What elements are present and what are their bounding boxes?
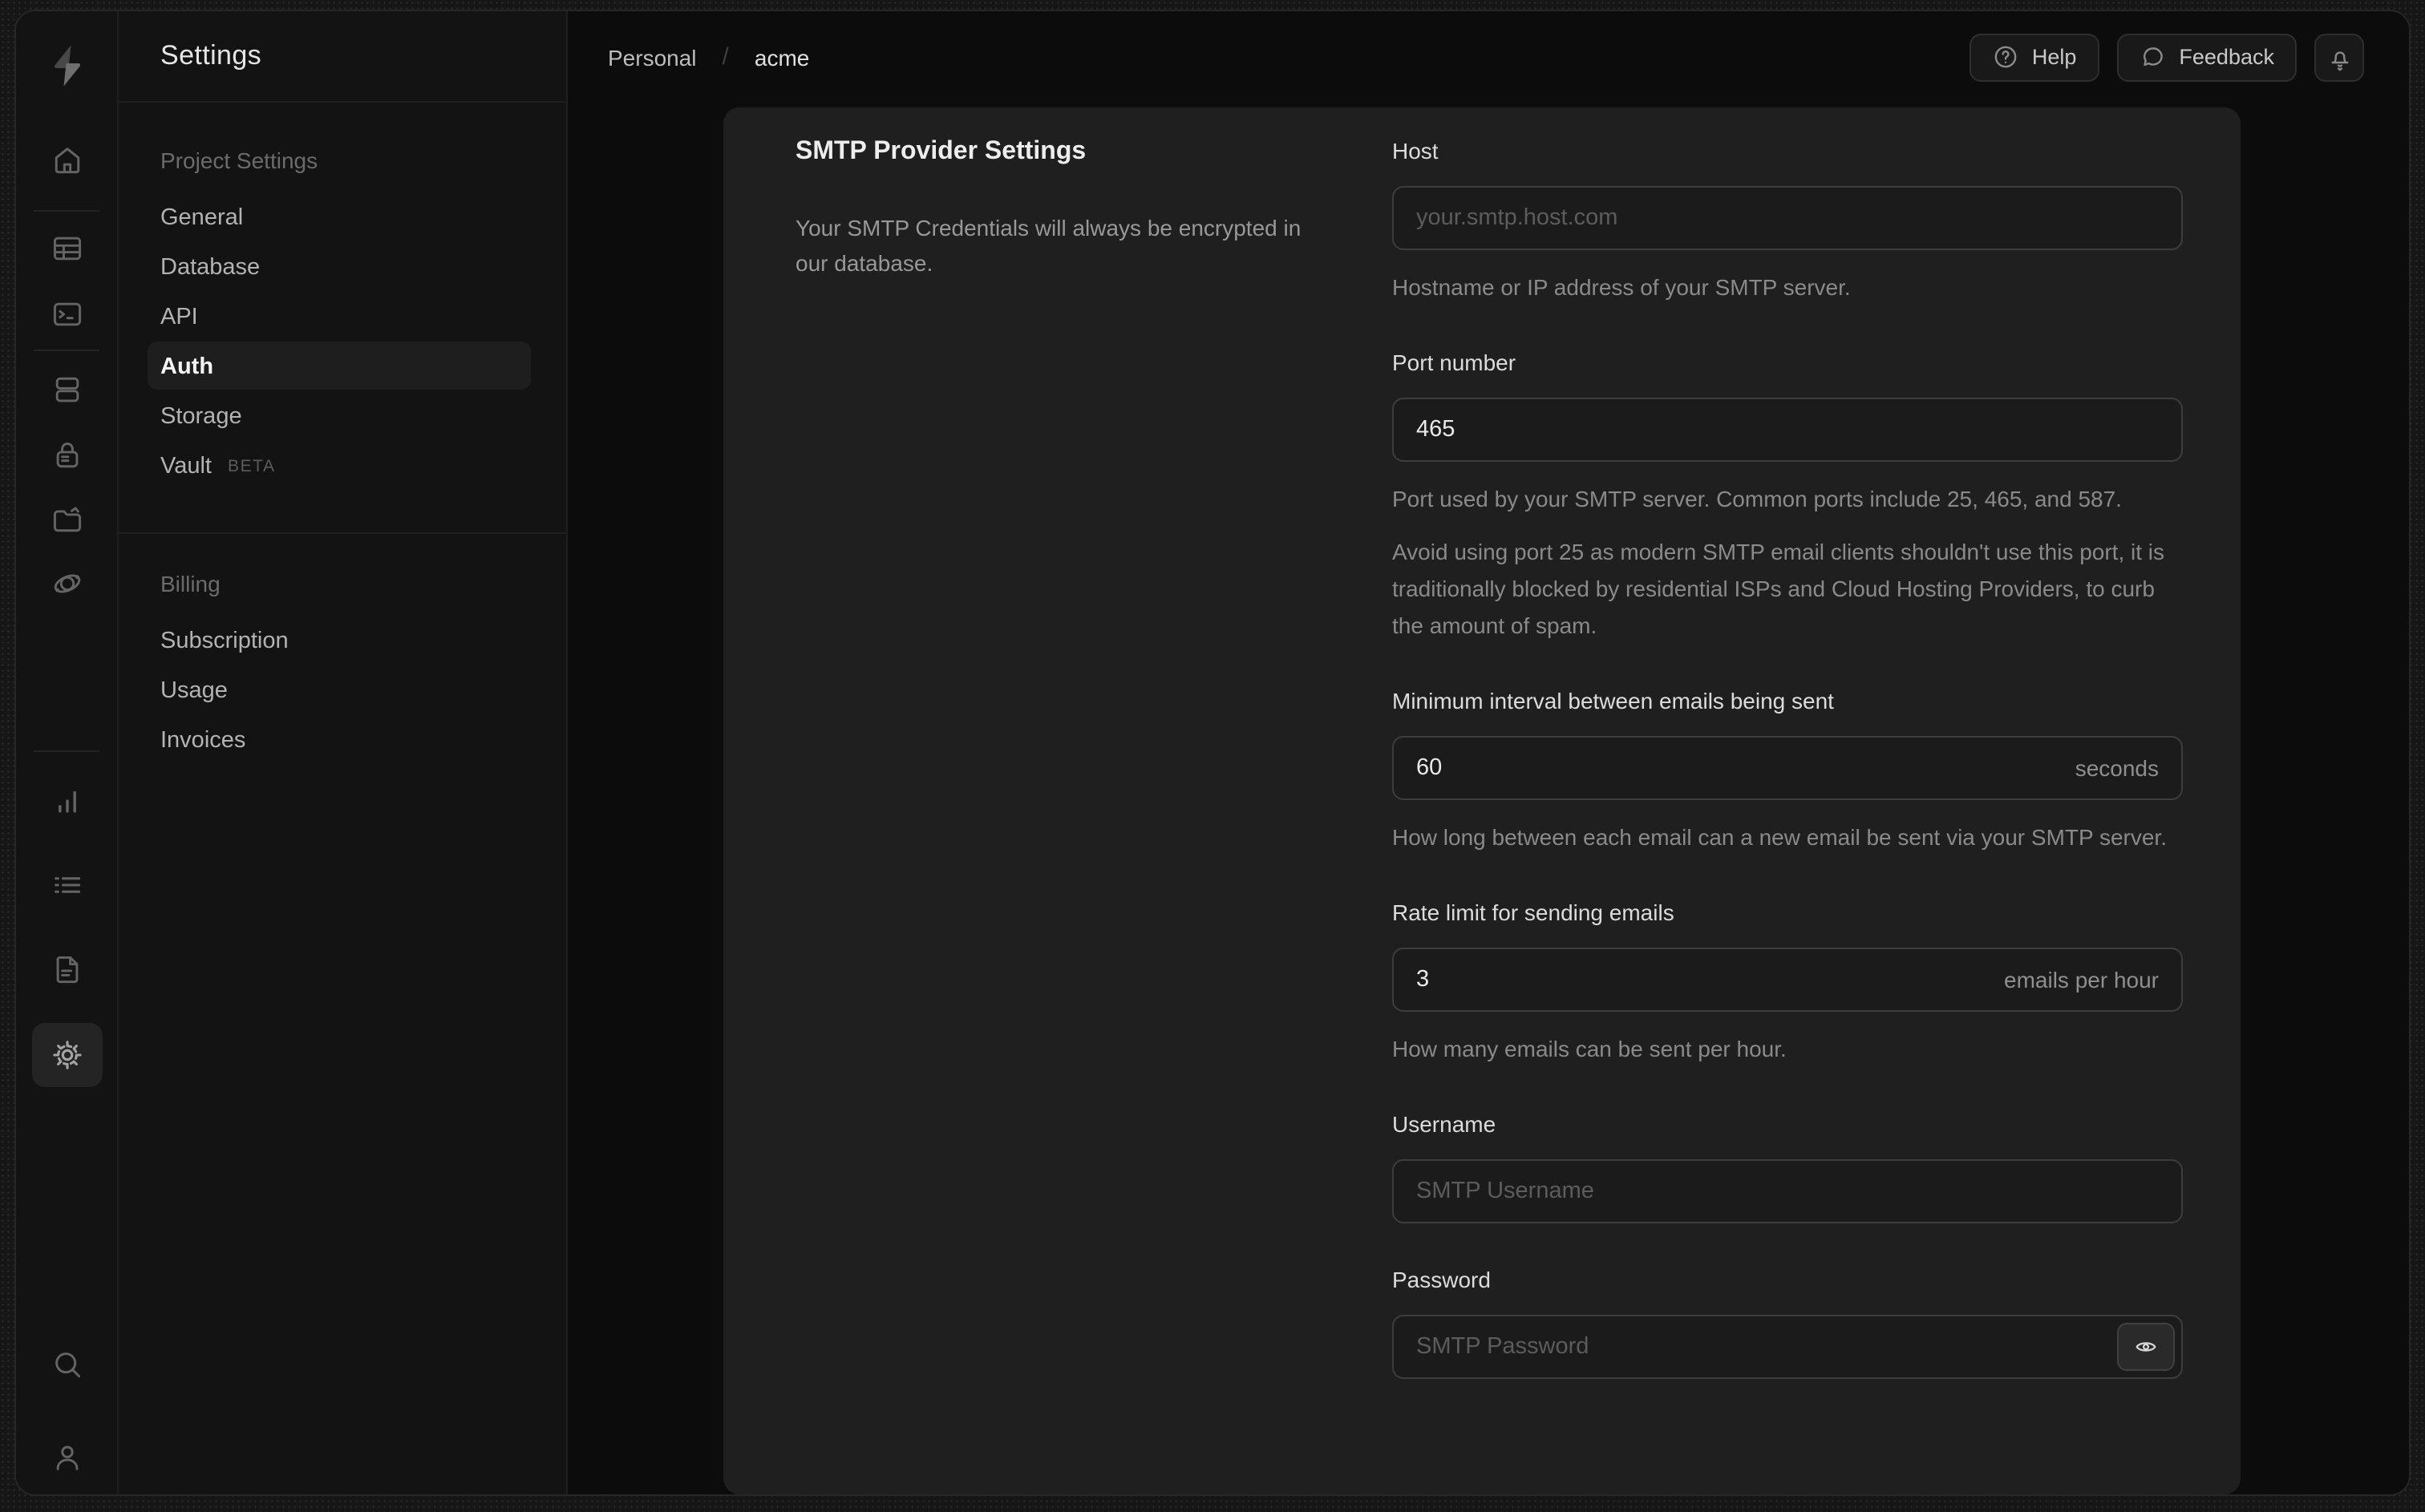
document-icon (56, 956, 79, 984)
rail-item-realtime[interactable] (32, 552, 103, 616)
interval-helper: How long between each email can a new em… (1392, 824, 2167, 850)
rate-limit-label: Rate limit for sending emails (1392, 900, 1674, 925)
password-input[interactable] (1392, 1315, 2183, 1379)
help-label: Help (2031, 45, 2077, 69)
supabase-bolt-icon (54, 45, 81, 87)
host-label: Host (1392, 138, 1439, 164)
rail-item-sql-editor[interactable] (32, 282, 103, 346)
sidebar-item-invoices[interactable]: Invoices (119, 715, 566, 765)
sidebar-item-api[interactable]: API (119, 292, 566, 342)
smtp-form: Host Hostname or IP address of your SMTP… (1392, 136, 2183, 1494)
breadcrumb-org[interactable]: Personal (608, 44, 697, 70)
search-icon (55, 1352, 81, 1378)
folder-icon (53, 507, 82, 532)
gear-icon (53, 1041, 82, 1069)
terminal-icon (53, 302, 82, 326)
sidebar-item-usage[interactable]: Usage (119, 665, 566, 715)
orbit-icon (54, 574, 81, 593)
rail-item-database[interactable] (32, 358, 103, 422)
lock-icon (56, 443, 79, 468)
rate-limit-helper: How many emails can be sent per hour. (1392, 1036, 1787, 1061)
sidebar-item-subscription[interactable]: Subscription (119, 616, 566, 665)
help-button[interactable]: Help (1969, 33, 2099, 81)
rail-item-logs[interactable] (32, 853, 103, 917)
interval-label: Minimum interval between emails being se… (1392, 688, 1834, 714)
speech-bubble-icon (2139, 43, 2166, 71)
sidebar-item-vault[interactable]: Vault BETA (119, 441, 566, 491)
rail-divider (34, 350, 99, 351)
user-icon (56, 1445, 79, 1470)
username-field-group: Username (1392, 1110, 2183, 1223)
rail-item-home[interactable] (32, 128, 103, 192)
interval-input[interactable] (1392, 736, 2183, 800)
list-icon (55, 877, 81, 893)
smtp-settings-panel: SMTP Provider Settings Your SMTP Credent… (723, 107, 2241, 1494)
settings-sidebar: Settings Project Settings General Databa… (119, 11, 568, 1494)
reveal-password-button[interactable] (2117, 1323, 2175, 1371)
rail-divider (34, 750, 99, 752)
host-field-group: Host Hostname or IP address of your SMTP… (1392, 136, 2183, 306)
username-label: Username (1392, 1111, 1496, 1137)
rate-limit-input[interactable] (1392, 948, 2183, 1012)
interval-field-group: Minimum interval between emails being se… (1392, 686, 2183, 856)
rail-item-search[interactable] (32, 1332, 103, 1397)
desktop: Settings Project Settings General Databa… (0, 0, 2425, 1512)
rate-limit-field-group: Rate limit for sending emails emails per… (1392, 898, 2183, 1068)
rail-item-table-editor[interactable] (32, 216, 103, 281)
app-window: Settings Project Settings General Databa… (14, 10, 2411, 1496)
help-circle-icon (1992, 43, 2019, 71)
port-helper: Port used by your SMTP server. Common po… (1392, 486, 2122, 511)
port-label: Port number (1392, 350, 1516, 375)
rail-item-reports[interactable] (32, 770, 103, 834)
database-icon (55, 377, 79, 402)
sidebar-item-general[interactable]: General (119, 192, 566, 242)
supabase-logo[interactable] (32, 34, 103, 98)
feedback-button[interactable]: Feedback (2116, 33, 2297, 81)
bell-icon (2325, 42, 2354, 71)
section-label-billing: Billing (160, 571, 221, 596)
topbar: Personal / acme Help Feedback (568, 11, 2409, 103)
notifications-button[interactable] (2314, 33, 2364, 81)
panel-title: SMTP Provider Settings (796, 138, 1087, 165)
port-input[interactable] (1392, 398, 2183, 462)
table-icon (53, 237, 82, 261)
sidebar-item-storage[interactable]: Storage (119, 391, 566, 441)
port-field-group: Port number Port used by your SMTP serve… (1392, 348, 2183, 645)
password-field-group: Password (1392, 1265, 2183, 1379)
host-helper: Hostname or IP address of your SMTP serv… (1392, 274, 1851, 300)
rail-item-auth[interactable] (32, 423, 103, 487)
beta-badge: BETA (227, 456, 276, 475)
sidebar-title: Settings (160, 40, 262, 71)
port-warning: Avoid using port 25 as modern SMTP email… (1392, 539, 2165, 638)
rail-item-settings[interactable] (32, 1023, 103, 1087)
breadcrumb-project[interactable]: acme (755, 44, 809, 70)
rail-divider (34, 210, 99, 212)
eye-icon (2136, 1342, 2156, 1352)
password-label: Password (1392, 1267, 1491, 1292)
bar-chart-icon (59, 790, 76, 813)
username-input[interactable] (1392, 1159, 2183, 1223)
nav-rail (16, 11, 119, 1494)
rail-item-storage[interactable] (32, 487, 103, 552)
feedback-label: Feedback (2179, 45, 2274, 69)
main-area: Personal / acme Help Feedback SMTP Provi… (568, 11, 2409, 1494)
section-label-project-settings: Project Settings (160, 148, 318, 173)
home-icon (55, 148, 80, 174)
rail-item-api-docs[interactable] (32, 938, 103, 1002)
host-input[interactable] (1392, 186, 2183, 250)
breadcrumb-separator: / (722, 43, 729, 71)
sidebar-item-database[interactable]: Database (119, 242, 566, 292)
sidebar-header: Settings (119, 11, 566, 103)
sidebar-divider (119, 532, 566, 534)
panel-description: Your SMTP Credentials will always be enc… (796, 215, 1302, 276)
rail-item-account[interactable] (32, 1425, 103, 1490)
sidebar-item-auth[interactable]: Auth (119, 342, 566, 391)
